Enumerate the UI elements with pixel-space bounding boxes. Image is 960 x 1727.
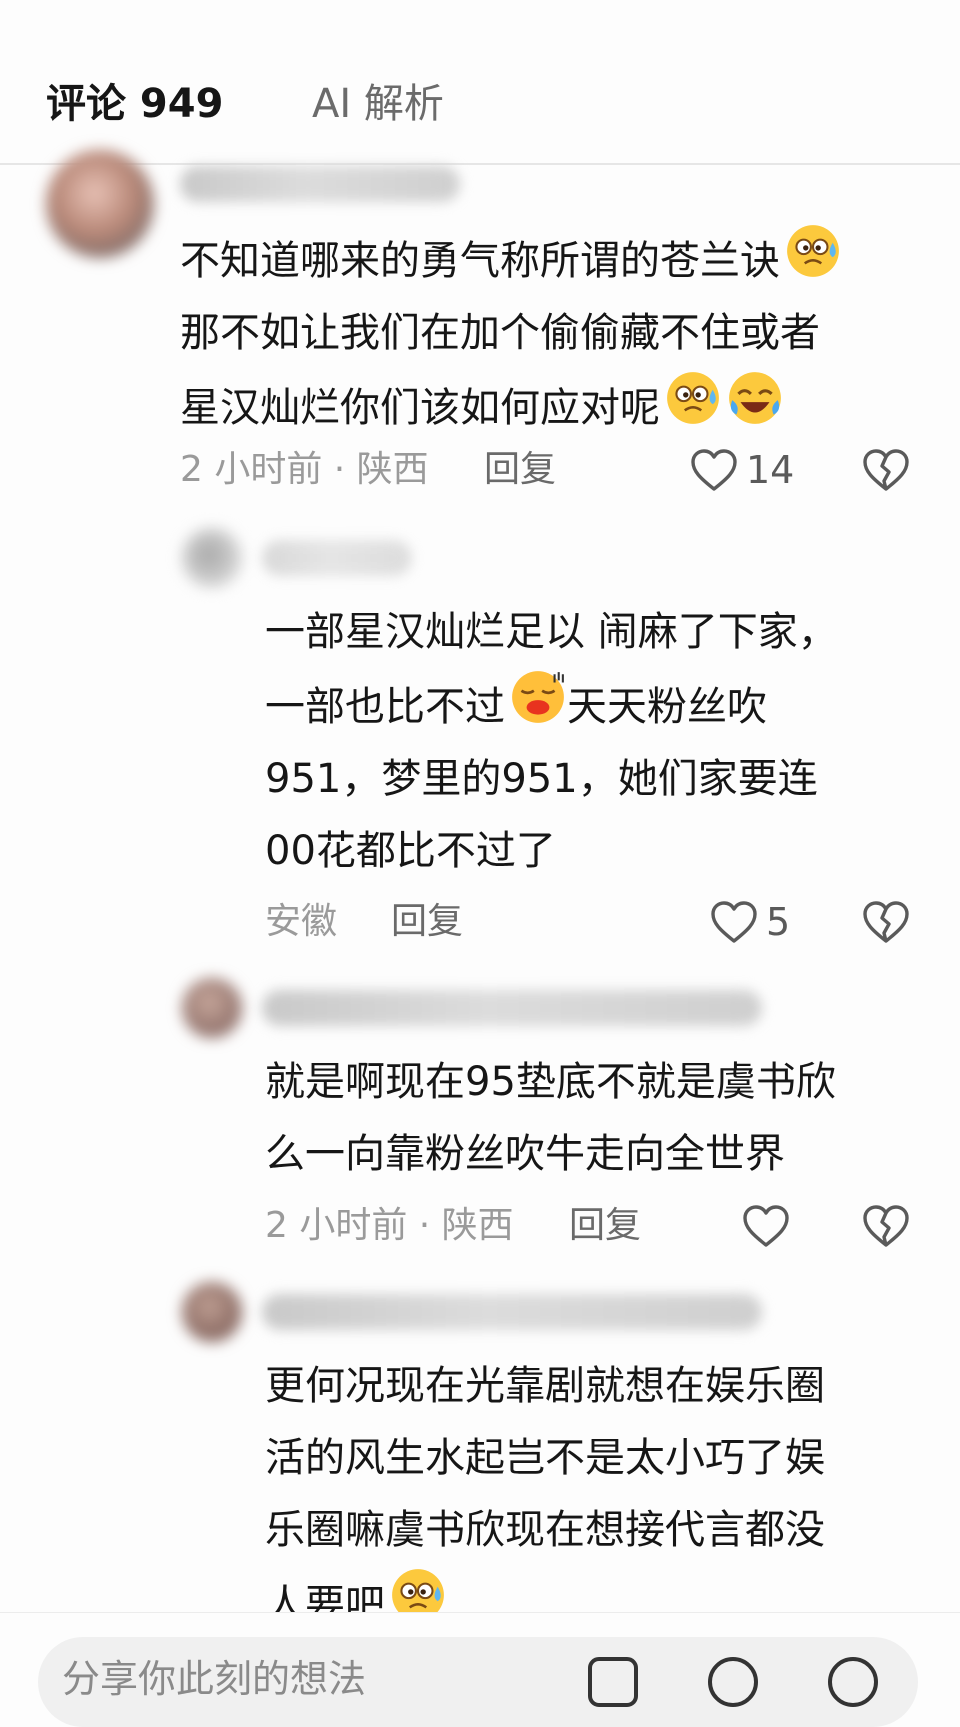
image-icon[interactable] (586, 1655, 640, 1709)
comment-meta: 2 小时前 · 陕西 (180, 449, 429, 490)
comment-line: 951，梦里的951，她们家要连 (265, 756, 818, 802)
comment-text: 更何况现在光靠剧就想在娱乐圈 活的风生水起岂不是太小巧了娱 乐圈嘛虞书欣现在想接… (265, 1350, 825, 1641)
comment-text: 就是啊现在95垫底不就是虞书欣 么一向靠粉丝吹牛走向全世界 (265, 1046, 836, 1190)
comment-line: 一部也比不过 (265, 684, 505, 730)
comment-line: 00花都比不过了 (265, 828, 556, 874)
like-button[interactable]: 14 (690, 448, 794, 492)
reply-button[interactable]: 回复 (484, 448, 556, 492)
comment-meta: 2 小时前 · 陕西 (265, 1205, 514, 1246)
avatar[interactable] (182, 528, 242, 588)
like-button[interactable]: 5 (710, 900, 790, 944)
dislike-button[interactable] (862, 448, 910, 492)
like-count: 5 (766, 900, 791, 944)
comment-line: 天天粉丝吹 (567, 684, 767, 730)
tab-comments[interactable]: 评论 949 (46, 78, 223, 130)
avatar[interactable] (46, 150, 154, 258)
comment-tab-bar: 评论 949 AI 解析 (0, 0, 960, 165)
sweat-smile-emoji-icon (784, 222, 842, 280)
heart-outline-icon (742, 1204, 790, 1248)
username-blurred[interactable] (262, 540, 412, 576)
username-blurred[interactable] (262, 990, 762, 1026)
username-blurred[interactable] (180, 166, 460, 202)
reply-button[interactable]: 回复 (391, 900, 463, 944)
comment-line: 不知道哪来的勇气称所谓的苍兰诀 (180, 238, 780, 284)
heart-outline-icon (710, 900, 758, 944)
comment-line: 星汉灿烂你们该如何应对呢 (180, 385, 660, 431)
comment-text: 一部星汉灿烂足以 闹麻了下家， 一部也比不过 天天粉丝吹 951，梦里的951，她… (265, 596, 838, 887)
comment-line: 活的风生水起岂不是太小巧了娱 (265, 1435, 825, 1481)
sweat-smile-emoji-icon (664, 369, 722, 427)
comment-meta: 安徽 (265, 901, 338, 942)
reply-button[interactable]: 回复 (569, 1204, 641, 1248)
comment-line: 那不如让我们在加个偷偷藏不住或者 (180, 310, 820, 356)
broken-heart-icon (862, 900, 910, 944)
rofl-emoji-icon (726, 369, 784, 427)
dislike-button[interactable] (862, 900, 910, 944)
comment-text: 不知道哪来的勇气称所谓的苍兰诀 那不如让我们在加个偷偷藏不住或者 星汉灿烂你们该… (180, 222, 842, 444)
like-count: 14 (746, 448, 795, 492)
comment-line: 更何况现在光靠剧就想在娱乐圈 (265, 1363, 825, 1409)
avatar[interactable] (182, 1282, 242, 1342)
comment-line: 乐圈嘛虞书欣现在想接代言都没 (265, 1507, 825, 1553)
smile-icon[interactable] (826, 1655, 880, 1709)
username-blurred[interactable] (262, 1294, 762, 1330)
comment-line: 就是啊现在95垫底不就是虞书欣 (265, 1059, 836, 1105)
at-icon[interactable] (706, 1655, 760, 1709)
heart-outline-icon (690, 448, 738, 492)
comment-input-placeholder: 分享你此刻的想法 (62, 1657, 367, 1701)
broken-heart-icon (862, 1204, 910, 1248)
comment-input-bar: 分享你此刻的想法 (0, 1612, 960, 1727)
dislike-button[interactable] (862, 1204, 910, 1248)
kissing-emoji-icon (509, 668, 567, 726)
avatar[interactable] (182, 978, 242, 1038)
broken-heart-icon (862, 448, 910, 492)
comment-line: 么一向靠粉丝吹牛走向全世界 (265, 1131, 785, 1177)
tab-ai-analysis[interactable]: AI 解析 (312, 78, 444, 130)
like-button[interactable] (742, 1204, 798, 1248)
comment-line: 一部星汉灿烂足以 闹麻了下家， (265, 609, 838, 655)
